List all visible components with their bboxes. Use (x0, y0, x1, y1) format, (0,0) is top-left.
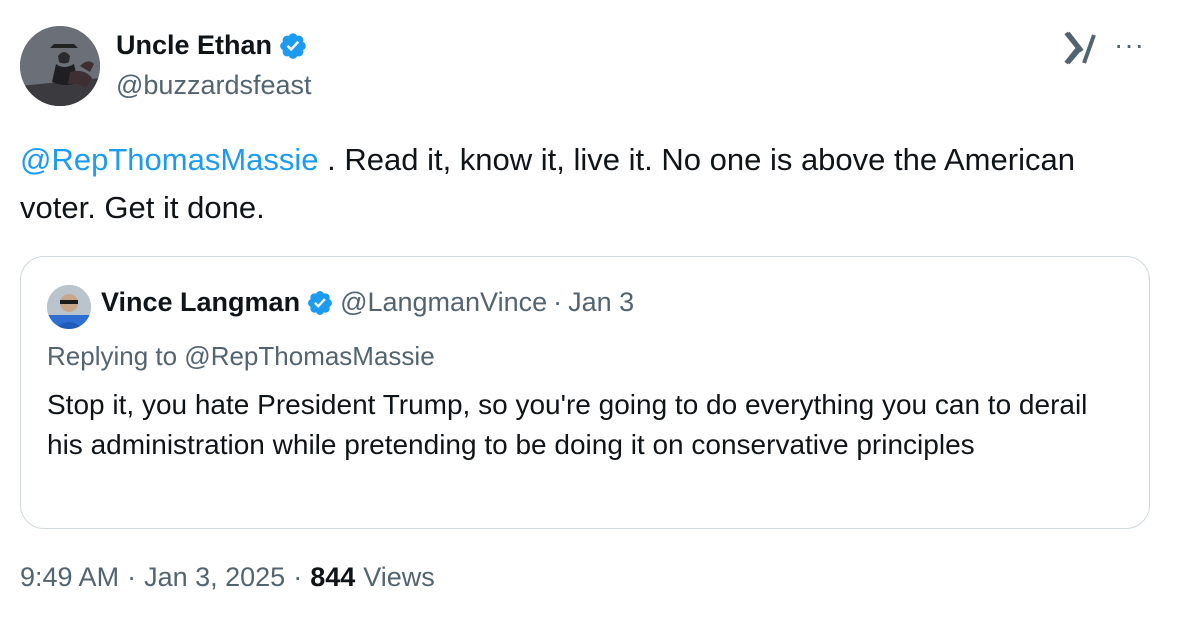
views-label: Views (363, 562, 435, 592)
quoted-date[interactable]: Jan 3 (568, 287, 634, 318)
x-logo-icon[interactable] (1064, 31, 1100, 65)
more-options-icon[interactable]: ··· (1114, 30, 1145, 60)
views-count: 844 (310, 562, 356, 592)
meta-separator: · (127, 562, 137, 592)
quoted-text: Stop it, you hate President Trump, so yo… (47, 389, 1088, 460)
quoted-handle[interactable]: @LangmanVince (340, 287, 547, 318)
tweet-meta: 9:49 AM · Jan 3, 2025 · 844 Views (20, 562, 435, 593)
author-display-name[interactable]: Uncle Ethan (116, 30, 272, 61)
author-avatar[interactable] (20, 26, 100, 106)
verified-badge-icon (308, 290, 333, 315)
quoted-tweet[interactable]: Vince Langman @LangmanVince · Jan 3 Repl… (20, 256, 1150, 529)
quoted-replying-to: Replying to @RepThomasMassie (47, 341, 435, 371)
quoted-header: Vince Langman @LangmanVince · Jan 3 (101, 287, 634, 318)
tweet-date[interactable]: Jan 3, 2025 (144, 562, 285, 593)
quoted-display-name[interactable]: Vince Langman (101, 287, 300, 318)
author-name-row: Uncle Ethan (116, 30, 308, 61)
tweet-header: Uncle Ethan @buzzardsfeast ··· (20, 26, 1160, 108)
meta-separator: · (293, 562, 303, 592)
tweet-time[interactable]: 9:49 AM (20, 562, 119, 593)
tweet-mention[interactable]: @RepThomasMassie (20, 142, 319, 177)
quoted-separator: · (553, 287, 563, 317)
quoted-author-avatar[interactable] (47, 285, 91, 329)
verified-badge-icon (280, 32, 306, 59)
tweet-text: @RepThomasMassie . Read it, know it, liv… (20, 136, 1140, 232)
author-handle[interactable]: @buzzardsfeast (116, 70, 312, 101)
